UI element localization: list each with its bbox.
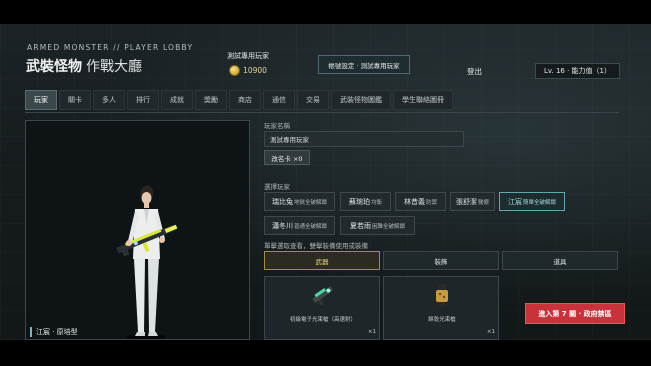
- character-button-name: 蘇琬珀: [348, 197, 370, 206]
- plasma-rifle-icon: [312, 286, 334, 307]
- character-button-name: 林昔義: [403, 197, 425, 206]
- enter-stage-button[interactable]: 進入第 7 關 · 政府禁區: [525, 303, 625, 324]
- main-tabs: 玩家 關卡 多人 排行 成就 獎勵 商店 通信 交易 武裝怪物圖鑑 學生聯絡圖冊: [25, 90, 615, 110]
- item-count: ×1: [367, 329, 376, 335]
- account-settings-button[interactable]: 帳號設定 · 測試專用玩家: [318, 55, 410, 74]
- tab-ranking[interactable]: 排行: [127, 90, 159, 110]
- equipment-tab-weapons[interactable]: 武器: [264, 251, 380, 270]
- page-title-main: 武裝怪物: [26, 59, 82, 75]
- character-button-name: 江宸: [507, 197, 522, 206]
- character-button-name: 夏若雨: [349, 221, 371, 230]
- character-button-lin[interactable]: 林昔義 防禦: [395, 192, 446, 211]
- character-button-tag: 防禦: [425, 199, 437, 206]
- item-card[interactable]: 餅乾光束槍 ×1: [383, 276, 499, 340]
- player-summary: 測試專用玩家 10900: [217, 51, 279, 76]
- character-button-tag: 均衡: [370, 199, 382, 206]
- tab-rewards[interactable]: 獎勵: [195, 90, 227, 110]
- tab-trade[interactable]: 交易: [297, 90, 329, 110]
- character-button-xia[interactable]: 夏若雨 困難全破解鎖: [340, 216, 415, 235]
- rename-card-button[interactable]: 改名卡 ×0: [264, 150, 310, 165]
- player-name: 測試專用玩家: [227, 52, 269, 60]
- equipment-tab-items[interactable]: 道具: [502, 251, 618, 270]
- tab-player[interactable]: 玩家: [25, 90, 57, 110]
- character-preview-panel: 江宸 · 原培型: [25, 120, 250, 340]
- item-count: ×1: [486, 329, 495, 335]
- coin-icon: [229, 65, 241, 76]
- character-figure: [116, 185, 178, 339]
- character-button-su[interactable]: 蘇琬珀 均衡: [340, 192, 391, 211]
- coin-balance: 10900: [217, 65, 279, 76]
- tab-student-contacts[interactable]: 學生聯絡圖冊: [393, 90, 453, 110]
- item-name: 初級電子光束槍（高速射）: [289, 317, 356, 323]
- player-name-input[interactable]: 測試專用玩家: [264, 131, 464, 147]
- tabs-divider: [25, 112, 619, 113]
- bottom-letterbox: [0, 340, 651, 366]
- item-card[interactable]: 初級電子光束槍（高速射） ×1: [264, 276, 380, 340]
- character-button-tag: 困難全破解鎖: [371, 223, 405, 230]
- character-button-name: 瑞比兔: [271, 197, 293, 206]
- logout-button[interactable]: 登出: [467, 66, 482, 77]
- tab-multiplayer[interactable]: 多人: [93, 90, 125, 110]
- select-player-label: 選擇玩家: [264, 183, 290, 191]
- character-button-rabbit[interactable]: 瑞比兔 地獄全破解鎖: [264, 192, 335, 211]
- tab-shop[interactable]: 商店: [229, 90, 261, 110]
- character-button-jiang[interactable]: 江宸 簡單全破解鎖: [499, 192, 565, 211]
- equipment-hint: 單擊選取查看，雙擊裝備使用或裝備: [264, 242, 368, 250]
- page-title: 武裝怪物 作戰大廳: [26, 56, 142, 76]
- top-letterbox: [0, 0, 651, 24]
- tab-achievements[interactable]: 成就: [161, 90, 193, 110]
- coin-amount: 10900: [243, 66, 267, 75]
- equipment-tab-decorations[interactable]: 裝飾: [383, 251, 499, 270]
- tab-messages[interactable]: 通信: [263, 90, 295, 110]
- page-kicker: ARMED MONSTER // PLAYER LOBBY: [27, 43, 194, 52]
- lobby-screen: ARMED MONSTER // PLAYER LOBBY 武裝怪物 作戰大廳 測…: [0, 24, 651, 340]
- character-button-tag: 普通全破解鎖: [293, 223, 327, 230]
- player-name-label: 玩家名稱: [264, 122, 290, 130]
- character-button-tag: 地獄全破解鎖: [293, 199, 327, 206]
- character-button-name: 張舒潔: [455, 197, 477, 206]
- item-name: 餅乾光束槍: [428, 317, 456, 323]
- level-badge: Lv. 16 · 能力值（1）: [535, 63, 620, 79]
- character-button-tag: 簡單全破解鎖: [522, 199, 556, 206]
- character-button-tag: 醫療: [477, 199, 489, 206]
- page-title-sub: 作戰大廳: [86, 59, 142, 75]
- tab-monster-codex[interactable]: 武裝怪物圖鑑: [331, 90, 391, 110]
- character-button-name: 瀟冬川: [271, 221, 293, 230]
- tab-stages[interactable]: 關卡: [59, 90, 91, 110]
- character-button-xiao[interactable]: 瀟冬川 普通全破解鎖: [264, 216, 335, 235]
- character-caption: 江宸 · 原培型: [30, 327, 78, 337]
- character-button-zhang[interactable]: 張舒潔 醫療: [450, 192, 495, 211]
- cookie-blaster-icon: [436, 284, 448, 307]
